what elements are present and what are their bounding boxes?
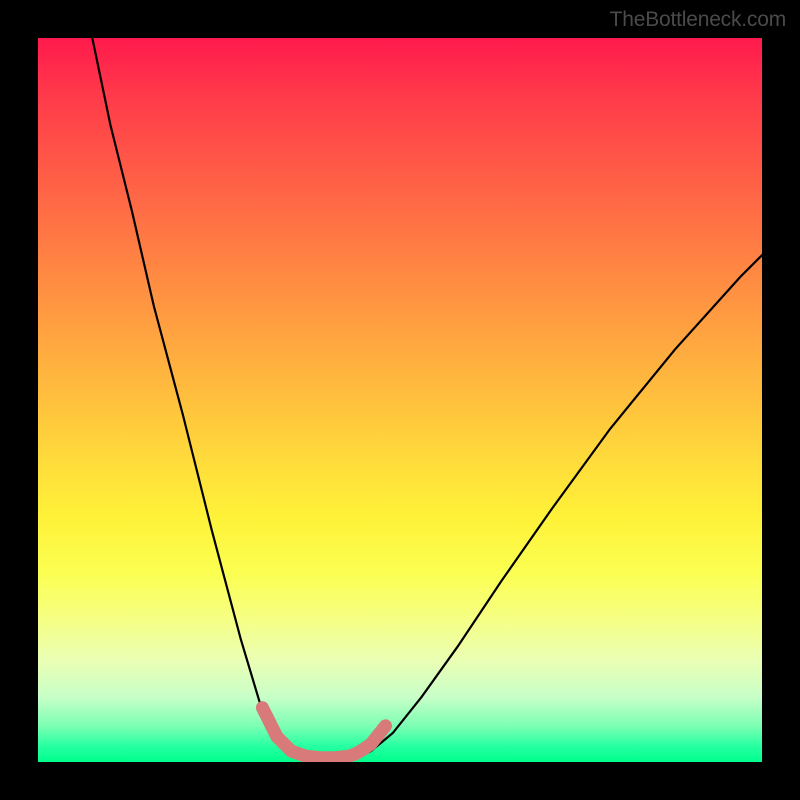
- curves-svg: [38, 38, 762, 762]
- right-curve: [357, 255, 762, 758]
- left-curve: [92, 38, 306, 758]
- chart-frame: TheBottleneck.com: [0, 0, 800, 800]
- valley-highlight: [262, 708, 385, 758]
- plot-area: [38, 38, 762, 762]
- watermark-text: TheBottleneck.com: [610, 8, 786, 32]
